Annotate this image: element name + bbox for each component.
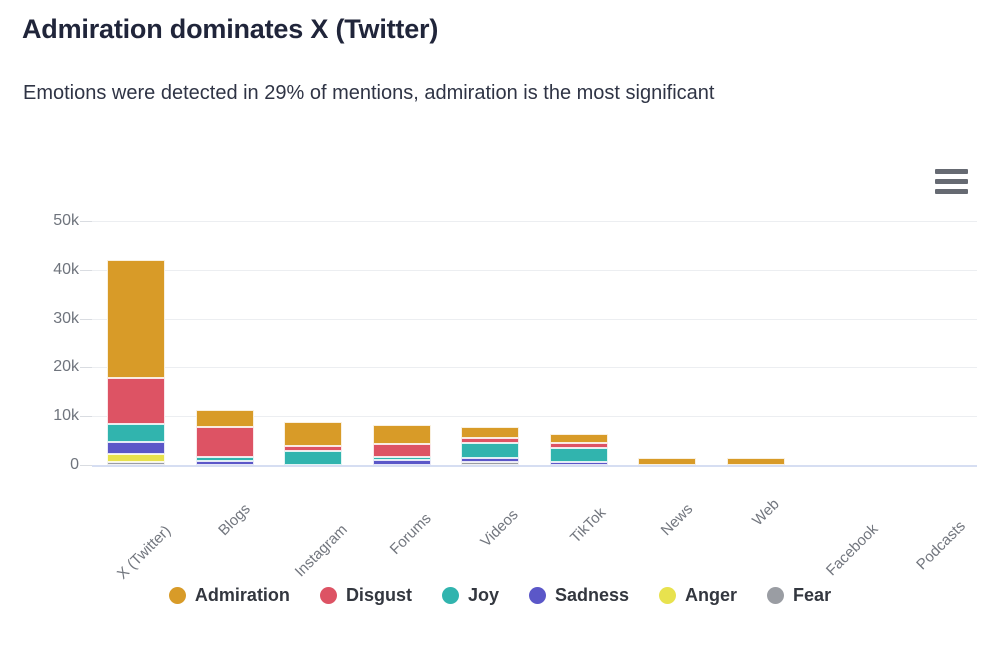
x-axis-label[interactable]: Instagram — [292, 521, 351, 580]
bar-segment[interactable] — [107, 462, 165, 465]
legend-label: Joy — [468, 585, 499, 606]
legend-item-fear[interactable]: Fear — [767, 585, 831, 606]
legend-swatch-icon — [767, 587, 784, 604]
legend-item-anger[interactable]: Anger — [659, 585, 737, 606]
legend-label: Admiration — [195, 585, 290, 606]
legend-item-sadness[interactable]: Sadness — [529, 585, 629, 606]
bar-segment[interactable] — [196, 457, 254, 461]
bar-segment[interactable] — [196, 461, 254, 465]
bar-segment[interactable] — [550, 448, 608, 461]
bar-segment[interactable] — [107, 260, 165, 378]
bar-segment[interactable] — [196, 410, 254, 427]
bar-column[interactable] — [461, 0, 519, 465]
bar-segment[interactable] — [461, 458, 519, 461]
legend-item-admiration[interactable]: Admiration — [169, 585, 290, 606]
bar-segment[interactable] — [284, 422, 342, 447]
x-axis-label[interactable]: Blogs — [215, 501, 254, 540]
x-axis-label[interactable]: TikTok — [567, 504, 609, 546]
legend-label: Anger — [685, 585, 737, 606]
bar-column[interactable] — [727, 0, 785, 465]
x-axis-label[interactable]: Forums — [387, 510, 435, 558]
x-axis-label[interactable]: X (Twitter) — [114, 522, 174, 582]
chart-plot-area: 0 10k 20k 30k 40k 50k X (Twitter) Blogs Instagra… — [0, 0, 1000, 647]
legend-swatch-icon — [169, 587, 186, 604]
x-axis-label[interactable]: Facebook — [823, 521, 882, 580]
x-axis-label[interactable]: Podcasts — [913, 518, 969, 574]
bar-segment[interactable] — [373, 444, 431, 457]
bar-segment[interactable] — [550, 462, 608, 465]
bar-segment[interactable] — [107, 378, 165, 424]
y-axis-label: 50k — [53, 212, 79, 230]
bar-segment[interactable] — [196, 427, 254, 457]
y-axis-label: 40k — [53, 261, 79, 279]
bar-segment[interactable] — [107, 442, 165, 454]
y-axis-tick — [80, 367, 92, 368]
y-axis-tick — [80, 221, 92, 222]
bar-column[interactable] — [550, 0, 608, 465]
bar-segment[interactable] — [284, 446, 342, 450]
legend-label: Disgust — [346, 585, 412, 606]
legend-swatch-icon — [442, 587, 459, 604]
chart-page: Admiration dominates X (Twitter) Emotion… — [0, 0, 1000, 647]
y-axis-tick — [80, 416, 92, 417]
bar-column[interactable] — [284, 0, 342, 465]
y-axis-tick — [80, 465, 92, 466]
y-axis-label: 0 — [70, 456, 79, 474]
bar-segment[interactable] — [461, 427, 519, 438]
bar-column[interactable] — [904, 0, 962, 465]
legend-item-disgust[interactable]: Disgust — [320, 585, 412, 606]
x-axis-label[interactable]: News — [658, 501, 697, 540]
bar-column[interactable] — [638, 0, 696, 465]
y-axis-label: 10k — [53, 407, 79, 425]
y-axis-tick — [80, 319, 92, 320]
y-axis-label: 20k — [53, 358, 79, 376]
legend-item-joy[interactable]: Joy — [442, 585, 499, 606]
legend-label: Fear — [793, 585, 831, 606]
legend-swatch-icon — [320, 587, 337, 604]
bar-segment[interactable] — [461, 438, 519, 443]
bar-segment[interactable] — [373, 457, 431, 460]
y-axis-tick — [80, 270, 92, 271]
bar-segment[interactable] — [550, 443, 608, 448]
bar-column[interactable] — [815, 0, 873, 465]
bar-segment[interactable] — [461, 443, 519, 458]
x-axis-label[interactable]: Videos — [477, 506, 521, 550]
bar-column[interactable] — [373, 0, 431, 465]
bar-segment[interactable] — [284, 451, 342, 465]
bar-segment[interactable] — [461, 462, 519, 465]
bar-segment[interactable] — [373, 460, 431, 465]
bar-segment[interactable] — [727, 458, 785, 465]
bar-segment[interactable] — [373, 425, 431, 443]
bar-segment[interactable] — [107, 454, 165, 462]
legend-swatch-icon — [529, 587, 546, 604]
legend-label: Sadness — [555, 585, 629, 606]
bar-segment[interactable] — [107, 424, 165, 441]
bar-column[interactable] — [107, 0, 165, 465]
y-axis-label: 30k — [53, 310, 79, 328]
x-axis-label[interactable]: Web — [749, 496, 783, 530]
chart-legend: Admiration Disgust Joy Sadness Anger Fear — [0, 585, 1000, 606]
bar-segment[interactable] — [550, 434, 608, 443]
x-axis-line — [92, 465, 977, 467]
bar-column[interactable] — [196, 0, 254, 465]
bar-segment[interactable] — [638, 458, 696, 465]
legend-swatch-icon — [659, 587, 676, 604]
